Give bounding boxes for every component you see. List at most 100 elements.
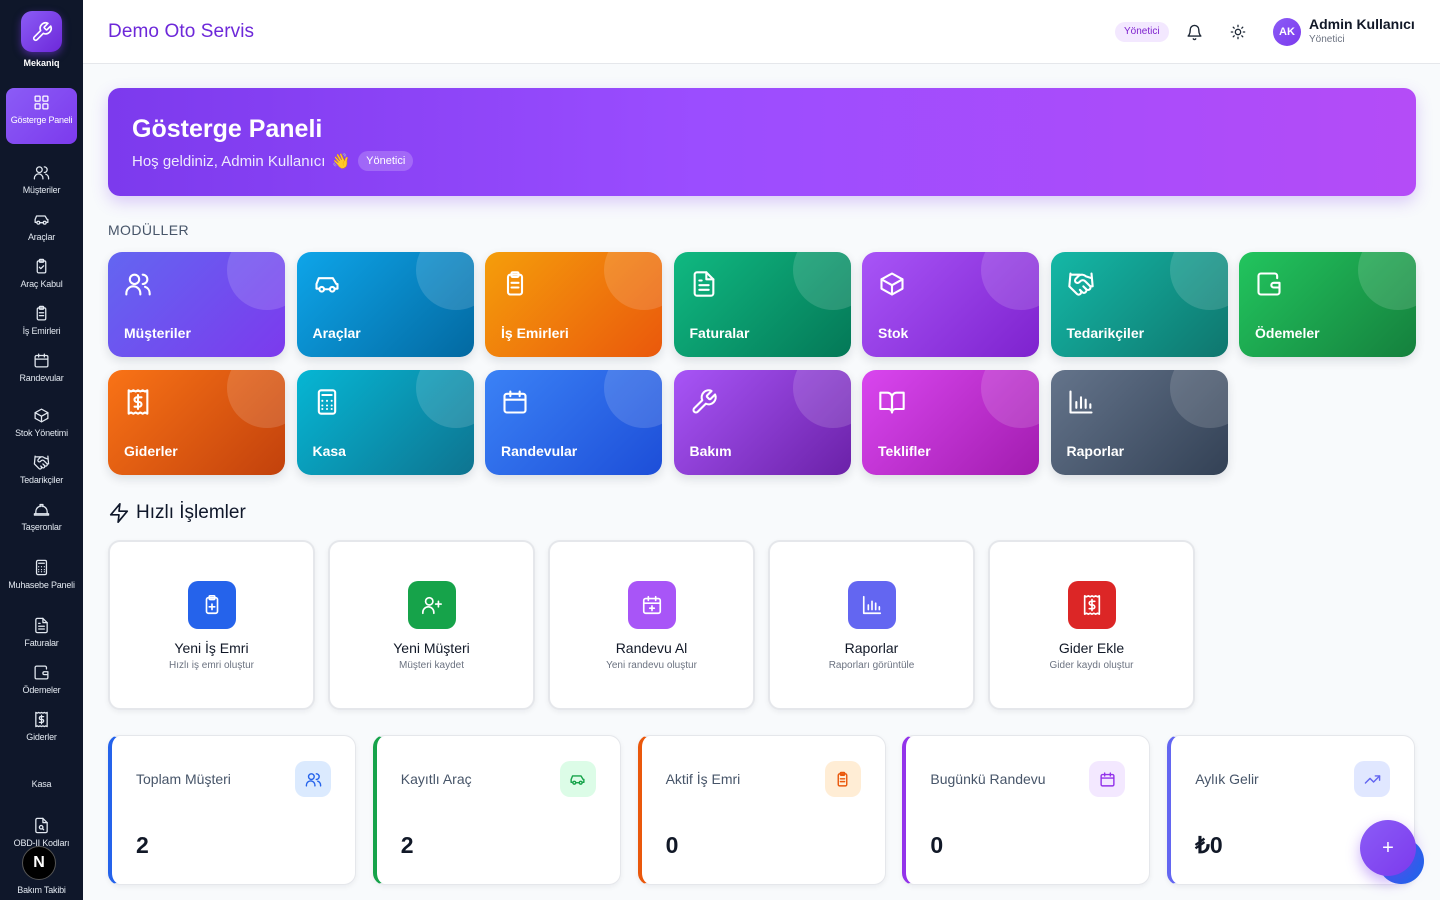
quick-actions-title: Hızlı İşlemler — [136, 502, 246, 523]
sidebar-item-8[interactable]: Tedarikçiler — [6, 452, 77, 485]
module-icon — [1255, 270, 1283, 303]
stat-icon — [295, 761, 331, 797]
users-icon — [305, 772, 321, 787]
decor-circle — [981, 252, 1039, 310]
calendar-icon — [503, 390, 527, 414]
decor-circle — [227, 370, 285, 428]
bell-icon[interactable] — [1184, 22, 1204, 42]
sidebar-item-14[interactable]: Kasa — [6, 756, 77, 789]
sidebar-item-label: Muhasebe Paneli — [8, 580, 75, 590]
module-card-5[interactable]: Stok — [862, 252, 1039, 357]
stat-card-2: Kayıtlı Araç 2 — [372, 735, 621, 885]
handshake-icon — [1067, 272, 1094, 296]
sidebar: Mekaniq Gösterge Paneli Müşteriler Araçlar… — [0, 0, 83, 900]
stat-card-1: Toplam Müşteri 2 — [108, 735, 356, 885]
module-card-8[interactable]: Giderler — [108, 370, 285, 475]
quick-action-4[interactable]: Raporlar Raporları görüntüle — [768, 540, 975, 710]
module-card-11[interactable]: Bakım — [673, 370, 851, 475]
quick-action-sub: Gider kaydı oluştur — [1049, 660, 1134, 671]
quick-action-2[interactable]: Yeni Müşteri Müşteri kaydet — [328, 540, 535, 710]
car-icon — [34, 215, 49, 225]
topbar: Demo Oto Servis Yönetici AK Admin Kullan… — [83, 0, 1440, 64]
bar-chart-icon — [862, 595, 882, 615]
stat-title: Aktif İş Emri — [665, 771, 741, 787]
module-label: Faturalar — [689, 325, 750, 341]
module-icon — [878, 388, 906, 421]
sidebar-item-13[interactable]: Giderler — [6, 709, 77, 742]
wallet-icon — [34, 665, 49, 680]
role-badge: Yönetici — [358, 151, 414, 171]
module-icon — [690, 388, 718, 421]
shop-name: Demo Oto Servis — [108, 21, 255, 42]
user-name[interactable]: Admin Kullanıcı — [1309, 16, 1415, 32]
quick-action-icon — [408, 581, 456, 629]
cash-register-icon — [33, 758, 50, 775]
stat-icon — [1354, 761, 1391, 797]
module-card-7[interactable]: Ödemeler — [1239, 252, 1416, 357]
sidebar-item-9[interactable]: Taşeronlar — [6, 499, 77, 532]
quick-action-sub: Müşteri kaydet — [398, 660, 465, 671]
module-label: Raporlar — [1066, 443, 1125, 459]
module-icon — [1067, 388, 1095, 421]
decor-circle — [227, 252, 285, 310]
sidebar-item-7[interactable]: Stok Yönetimi — [6, 405, 77, 438]
module-icon — [501, 270, 529, 303]
decor-circle — [604, 370, 662, 428]
user-role: Yönetici — [1309, 34, 1345, 45]
sun-icon[interactable] — [1228, 22, 1248, 42]
module-card-3[interactable]: İş Emirleri — [485, 252, 662, 357]
trending-up-icon — [1364, 774, 1380, 784]
module-card-10[interactable]: Randevular — [485, 370, 662, 475]
stat-icon — [824, 761, 861, 797]
clipboard-list-icon — [837, 771, 848, 787]
role-badge: Yönetici — [1115, 22, 1169, 42]
module-card-12[interactable]: Teklifler — [862, 370, 1039, 475]
sidebar-item-4[interactable]: Araç Kabul — [6, 256, 77, 289]
clipboard-list-icon — [36, 305, 47, 321]
module-card-9[interactable]: Kasa — [296, 370, 474, 475]
module-card-6[interactable]: Tedarikçiler — [1050, 252, 1228, 357]
stat-value: 2 — [136, 832, 149, 858]
module-card-1[interactable]: Müşteriler — [108, 252, 285, 357]
user-avatar[interactable]: AK — [1273, 18, 1301, 46]
add-fab-button[interactable]: + — [1360, 820, 1416, 876]
welcome-banner: Gösterge Paneli Hoş geldiniz, Admin Kull… — [108, 88, 1416, 196]
next-dev-badge[interactable]: N — [22, 846, 56, 880]
module-card-2[interactable]: Araçlar — [296, 252, 474, 357]
sidebar-item-10[interactable]: Muhasebe Paneli — [6, 557, 77, 590]
file-text-icon — [35, 617, 48, 634]
module-card-13[interactable]: Raporlar — [1050, 370, 1228, 475]
stat-value: 0 — [665, 832, 679, 858]
sidebar-item-11[interactable]: Faturalar — [6, 615, 77, 648]
module-label: Giderler — [124, 443, 178, 459]
sidebar-item-2[interactable]: Müşteriler — [6, 162, 77, 195]
module-icon — [1067, 270, 1095, 303]
module-card-4[interactable]: Faturalar — [673, 252, 851, 357]
module-label: Bakım — [689, 443, 732, 459]
sidebar-item-6[interactable]: Randevular — [6, 350, 77, 383]
sidebar-item-12[interactable]: Ödemeler — [6, 662, 77, 695]
module-icon — [690, 270, 718, 303]
quick-action-3[interactable]: Randevu Al Yeni randevu oluştur — [548, 540, 755, 710]
sidebar-item-1[interactable]: Gösterge Paneli — [6, 88, 77, 144]
module-label: Tedarikçiler — [1066, 325, 1145, 341]
sidebar-item-label: Araçlar — [27, 232, 56, 242]
sidebar-item-3[interactable]: Araçlar — [6, 209, 77, 242]
stat-title: Toplam Müşteri — [136, 771, 231, 787]
stat-value: ₺0 — [1195, 832, 1223, 858]
quick-action-5[interactable]: Gider Ekle Gider kaydı oluştur — [988, 540, 1195, 710]
sidebar-item-15[interactable]: OBD-II Kodları — [6, 815, 77, 848]
clipboard-list-icon — [506, 271, 524, 296]
user-plus-icon — [422, 596, 442, 615]
lightning-icon — [109, 503, 129, 523]
sidebar-item-5[interactable]: İş Emirleri — [6, 303, 77, 336]
brand-logo[interactable] — [21, 11, 62, 52]
page-title: Gösterge Paneli — [132, 115, 323, 143]
stat-title: Bugünkü Randevu — [930, 771, 1046, 787]
stat-icon — [559, 761, 596, 797]
car-icon — [570, 774, 585, 785]
users-icon — [125, 273, 151, 296]
quick-action-sub: Raporları görüntüle — [828, 660, 915, 671]
decor-circle — [981, 370, 1039, 428]
quick-action-1[interactable]: Yeni İş Emri Hızlı iş emri oluştur — [108, 540, 315, 710]
